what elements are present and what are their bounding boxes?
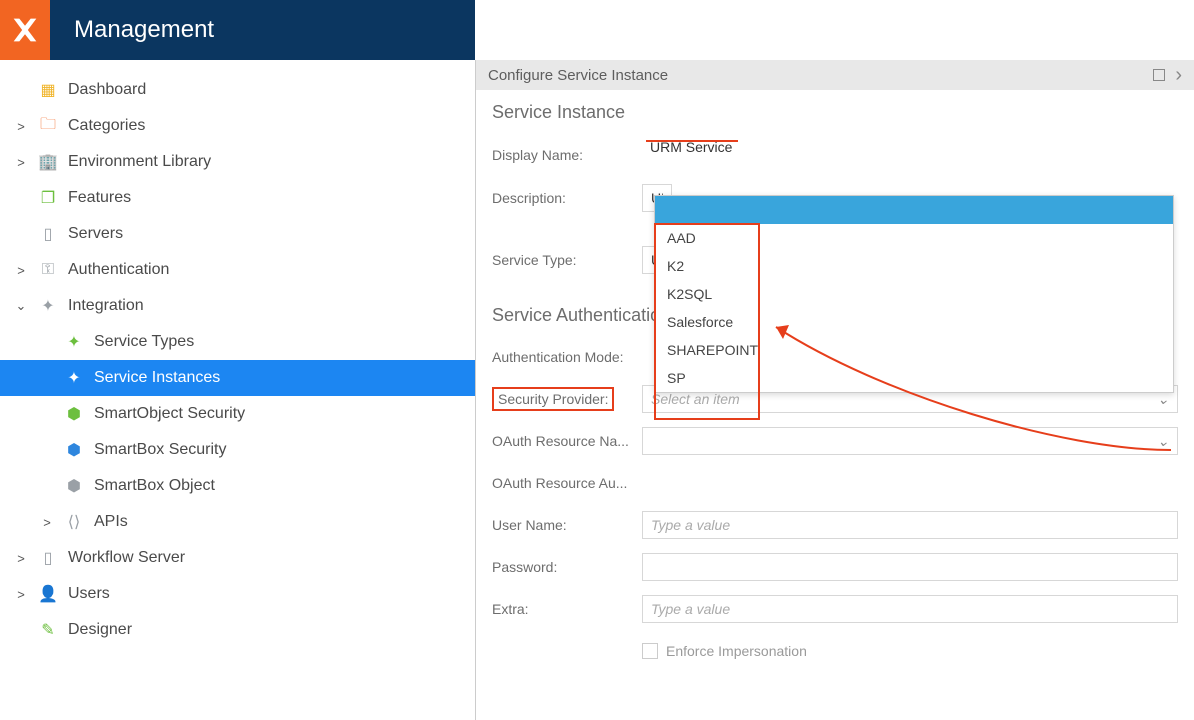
sidebar-item-features[interactable]: ❐ Features — [0, 180, 475, 216]
label-username: User Name: — [492, 517, 642, 533]
tree-caret-icon: > — [10, 551, 32, 566]
dropdown-option-sharepoint[interactable]: SHAREPOINT — [655, 336, 1173, 364]
sidebar-item-label: Categories — [68, 117, 145, 135]
sidebar-item-apis[interactable]: > ⟨⟩ APIs — [0, 504, 475, 540]
security-provider-placeholder: Select an item — [651, 391, 740, 407]
tree-caret-icon: > — [10, 119, 32, 134]
workflow-icon: ▯ — [36, 548, 60, 568]
nav-sidebar: ▦ Dashboard > 🗀 Categories > 🏢 Environment Libr… — [0, 60, 475, 720]
folder-icon: 🗀 — [36, 113, 60, 140]
sidebar-item-label: Dashboard — [68, 81, 146, 99]
sidebar-item-label: Servers — [68, 225, 123, 243]
tree-caret-icon: > — [10, 587, 32, 602]
designer-icon: ✎ — [36, 620, 60, 640]
sidebar-item-smartobject-security[interactable]: ⬢ SmartObject Security — [0, 396, 475, 432]
smartbox-sec-icon: ⬢ — [62, 440, 86, 460]
tree-caret-icon: > — [10, 155, 32, 170]
label-description: Description: — [492, 190, 642, 206]
sidebar-item-label: Service Types — [94, 333, 194, 351]
password-input[interactable] — [642, 553, 1178, 581]
dropdown-selected-blank[interactable] — [655, 196, 1173, 224]
close-icon[interactable]: › — [1175, 69, 1182, 81]
sidebar-item-workflow-server[interactable]: > ▯ Workflow Server — [0, 540, 475, 576]
main-panel: Configure Service Instance › Service Ins… — [475, 60, 1194, 720]
dropdown-option-sp[interactable]: SP — [655, 364, 1173, 392]
oauth-name-select[interactable]: ⌄ — [642, 427, 1178, 455]
label-auth-mode: Authentication Mode: — [492, 349, 642, 365]
sidebar-item-environment-library[interactable]: > 🏢 Environment Library — [0, 144, 475, 180]
sidebar-item-label: Environment Library — [68, 153, 211, 171]
puzzle-white-icon: ✦ — [62, 368, 86, 388]
dropdown-option-k2[interactable]: K2 — [655, 252, 1173, 280]
sidebar-item-dashboard[interactable]: ▦ Dashboard — [0, 72, 475, 108]
label-oauth-name: OAuth Resource Na... — [492, 433, 642, 449]
enforce-impersonation-checkbox[interactable] — [642, 643, 658, 659]
sidebar-item-label: SmartBox Object — [94, 477, 215, 495]
sidebar-item-authentication[interactable]: > ⚿ Authentication — [0, 252, 475, 288]
chevron-down-icon: ⌄ — [1157, 391, 1169, 408]
sidebar-item-label: Service Instances — [94, 369, 220, 387]
smartbox-obj-icon: ⬢ — [62, 476, 86, 496]
users-icon: 👤 — [36, 584, 60, 604]
sidebar-item-label: SmartObject Security — [94, 405, 245, 423]
sidebar-item-label: Workflow Server — [68, 549, 185, 567]
section-service-instance: Service Instance — [476, 90, 1194, 133]
panel-titlebar: Configure Service Instance › — [476, 60, 1194, 90]
dropdown-option-aad[interactable]: AAD — [655, 224, 1173, 252]
sidebar-item-label: Users — [68, 585, 110, 603]
tree-caret-icon: ⌄ — [10, 298, 32, 314]
app-title: Management — [74, 16, 214, 44]
sidebar-item-categories[interactable]: > 🗀 Categories — [0, 108, 475, 144]
puzzle-green-icon: ✦ — [62, 332, 86, 352]
sidebar-item-label: Designer — [68, 621, 132, 639]
sidebar-item-designer[interactable]: ✎ Designer — [0, 612, 475, 648]
label-security-provider: Security Provider: — [492, 387, 614, 411]
panel-title: Configure Service Instance — [488, 67, 668, 84]
api-icon: ⟨⟩ — [62, 512, 86, 532]
extra-input[interactable] — [642, 595, 1178, 623]
chevron-down-icon: ⌄ — [1157, 433, 1169, 450]
app-header: Management — [0, 0, 475, 60]
puzzle-icon: ✦ — [36, 296, 60, 316]
label-password: Password: — [492, 559, 642, 575]
sidebar-item-smartbox-object[interactable]: ⬢ SmartBox Object — [0, 468, 475, 504]
key-icon: ⚿ — [36, 261, 60, 279]
dashboard-icon: ▦ — [36, 80, 60, 100]
label-enforce-impersonation: Enforce Impersonation — [666, 643, 807, 659]
sidebar-item-service-types[interactable]: ✦ Service Types — [0, 324, 475, 360]
sidebar-item-integration[interactable]: ⌄✦ Integration — [0, 288, 475, 324]
sidebar-item-label: Features — [68, 189, 131, 207]
dropdown-option-k2sql[interactable]: K2SQL — [655, 280, 1173, 308]
sidebar-item-service-instances[interactable]: ✦ Service Instances — [0, 360, 475, 396]
display-name-red-underline — [646, 140, 738, 142]
tree-caret-icon: > — [10, 263, 32, 278]
tree-caret-icon: > — [36, 515, 58, 530]
server-icon: ▯ — [36, 224, 60, 244]
label-extra: Extra: — [492, 601, 642, 617]
app-logo — [0, 0, 50, 60]
sidebar-item-servers[interactable]: ▯ Servers — [0, 216, 475, 252]
features-icon: ❐ — [36, 188, 60, 208]
logo-x-icon — [8, 13, 42, 47]
cube-green-icon: ⬢ — [62, 404, 86, 424]
label-oauth-aud: OAuth Resource Au... — [492, 475, 642, 491]
auth-mode-dropdown[interactable]: AADK2K2SQLSalesforceSHAREPOINTSP — [654, 195, 1174, 393]
sidebar-item-users[interactable]: > 👤 Users — [0, 576, 475, 612]
maximize-icon[interactable] — [1153, 69, 1165, 81]
username-input[interactable] — [642, 511, 1178, 539]
dropdown-option-salesforce[interactable]: Salesforce — [655, 308, 1173, 336]
sidebar-item-label: Authentication — [68, 261, 169, 279]
sidebar-item-smartbox-security[interactable]: ⬢ SmartBox Security — [0, 432, 475, 468]
sidebar-item-label: APIs — [94, 513, 128, 531]
label-service-type: Service Type: — [492, 252, 642, 268]
library-icon: 🏢 — [36, 152, 60, 172]
sidebar-item-label: SmartBox Security — [94, 441, 226, 459]
label-display-name: Display Name: — [492, 147, 642, 163]
sidebar-item-label: Integration — [68, 297, 144, 315]
